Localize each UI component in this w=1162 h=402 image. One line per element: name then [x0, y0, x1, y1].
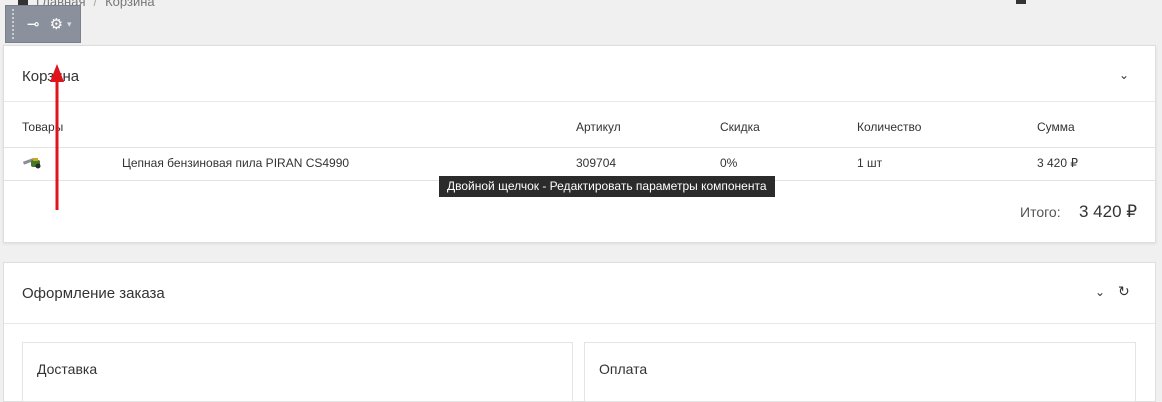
product-article: 309704	[576, 156, 617, 170]
breadcrumb-current: Корзина	[105, 0, 155, 9]
column-header-sum[interactable]: Сумма	[1037, 120, 1075, 134]
divider	[4, 147, 1155, 148]
component-toolbar[interactable]: ⊸ ⚙ ▾	[5, 5, 81, 43]
payment-title: Оплата	[599, 361, 648, 377]
caret-down-icon: ▾	[67, 18, 72, 29]
divider	[4, 101, 1155, 102]
tooltip: Двойной щелчок - Редактировать параметры…	[439, 176, 775, 197]
column-header-discount[interactable]: Скидка	[720, 120, 760, 134]
product-discount: 0%	[720, 156, 738, 170]
refresh-icon[interactable]: ↻	[1118, 283, 1130, 300]
column-header-article[interactable]: Артикул	[576, 120, 621, 134]
chainsaw-thumbnail-icon[interactable]	[23, 154, 43, 170]
delivery-card: Доставка	[22, 342, 573, 402]
product-name-link[interactable]: Цепная бензиновая пила PIRAN CS4990	[122, 156, 349, 170]
cart-panel: Корзина ⌄ Товары Артикул Скидка Количест…	[3, 45, 1156, 243]
order-title: Оформление заказа	[22, 285, 165, 302]
total-label: Итого:	[1020, 204, 1061, 220]
drag-handle[interactable]	[12, 9, 17, 39]
payment-card: Оплата	[584, 342, 1136, 402]
chevron-down-icon[interactable]: ⌄	[1119, 68, 1129, 82]
pin-icon[interactable]: ⊸	[27, 17, 40, 32]
chevron-down-icon[interactable]: ⌄	[1095, 285, 1105, 299]
product-quantity: 1 шт	[857, 156, 883, 170]
total-value: 3 420 ₽	[1079, 202, 1138, 221]
column-header-product[interactable]: Товары	[22, 120, 63, 134]
column-header-quantity[interactable]: Количество	[857, 120, 921, 134]
breadcrumb-separator: /	[93, 0, 98, 9]
gear-icon: ⚙	[49, 15, 64, 33]
delivery-title: Доставка	[37, 361, 98, 377]
settings-button[interactable]: ⚙ ▾	[50, 17, 72, 32]
cart-title: Корзина	[22, 68, 80, 85]
product-sum: 3 420 ₽	[1037, 156, 1078, 170]
user-icon[interactable]	[1016, 0, 1026, 4]
divider	[4, 323, 1155, 324]
